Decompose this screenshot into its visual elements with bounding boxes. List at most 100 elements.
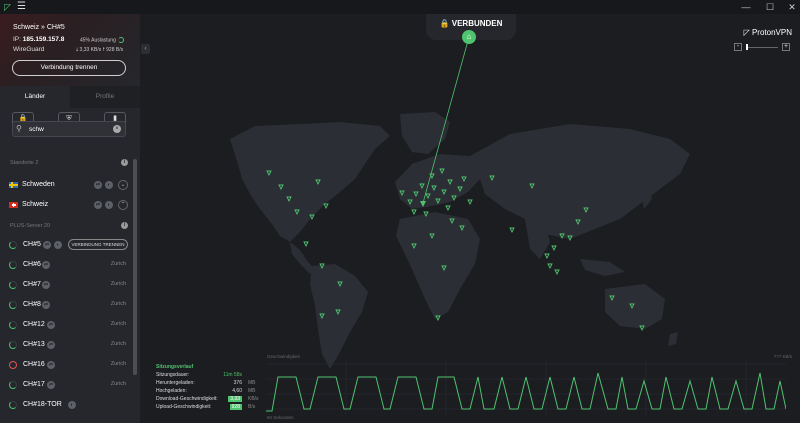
load-ring-high-icon bbox=[9, 361, 17, 369]
stat-row: Hochgeladen: 4,60 MB bbox=[156, 388, 266, 396]
download-speed-line bbox=[266, 372, 786, 412]
zoom-in-button[interactable]: + bbox=[782, 43, 790, 51]
server-name: CH#8 bbox=[23, 301, 41, 308]
server-city: Zurich bbox=[110, 261, 126, 267]
server-marker[interactable] bbox=[323, 203, 329, 210]
search-input[interactable] bbox=[29, 124, 115, 134]
protonvpn-brand: ◸ ProtonVPN bbox=[743, 28, 792, 37]
search-box: ⚲ × bbox=[12, 121, 126, 137]
close-button[interactable]: ✕ bbox=[784, 0, 800, 14]
server-name: CH#17 bbox=[23, 381, 45, 388]
load-ring-icon bbox=[117, 37, 124, 43]
server-marker[interactable] bbox=[509, 227, 515, 234]
country-name: Schweden bbox=[22, 181, 55, 188]
title-bar: ◸ ☰ — ☐ ✕ bbox=[0, 0, 800, 14]
tab-profiles[interactable]: Profile bbox=[70, 86, 140, 108]
p2p-icon: ⇄ bbox=[47, 361, 55, 369]
server-marker[interactable] bbox=[411, 209, 417, 216]
graph-grid bbox=[266, 359, 786, 414]
server-marker[interactable] bbox=[467, 199, 473, 206]
ip-address: IP: 185.159.157.8 bbox=[13, 36, 64, 43]
protonvpn-window: ◸ ☰ — ☐ ✕ Schweiz » CH#5 IP: 185.159.157… bbox=[0, 0, 800, 423]
server-row-ch12[interactable]: CH#12 ⇄ Zurich bbox=[0, 315, 132, 335]
minimize-button[interactable]: — bbox=[738, 0, 754, 14]
info-icon[interactable]: i bbox=[121, 159, 128, 166]
stats-title: Sitzungsverlauf bbox=[156, 364, 194, 370]
p2p-icon: ⇄ bbox=[42, 301, 50, 309]
stat-label: Hochgeladen: bbox=[156, 388, 187, 394]
server-marker[interactable] bbox=[547, 263, 553, 270]
stat-unit: KB/s bbox=[248, 396, 259, 402]
p2p-icon: ⇄ bbox=[42, 281, 50, 289]
expand-chevron-down-icon[interactable]: ⌄ bbox=[118, 180, 128, 190]
zoom-slider-handle[interactable] bbox=[746, 44, 748, 50]
server-row-ch5[interactable]: CH#5 ⇄ ◐ VERBINDUNG TRENNEN bbox=[0, 235, 132, 255]
collapse-sidebar-chevron-icon[interactable]: ‹ bbox=[141, 44, 150, 54]
country-row-schweiz[interactable]: Schweiz ⇄ ◐ ⌃ bbox=[0, 196, 132, 214]
protonvpn-logo-icon: ◸ bbox=[4, 2, 11, 12]
section-title-plus: PLUS-Server 20 bbox=[10, 223, 51, 229]
stat-row: Download-Geschwindigkeit: 3,33 KB/s bbox=[156, 396, 266, 404]
server-marker[interactable] bbox=[303, 241, 309, 248]
info-icon[interactable]: i bbox=[121, 222, 128, 229]
sidebar: Schweiz » CH#5 IP: 185.159.157.8 45% Aus… bbox=[0, 14, 140, 423]
ip-label: IP: bbox=[13, 36, 21, 43]
section-title-standard: Standorte 2 bbox=[10, 160, 39, 166]
p2p-icon: ⇄ bbox=[42, 261, 50, 269]
server-name: CH#16 bbox=[23, 361, 45, 368]
zoom-out-button[interactable]: - bbox=[734, 43, 742, 51]
p2p-icon: ⇄ bbox=[47, 341, 55, 349]
load-ring-icon bbox=[9, 241, 17, 249]
connected-server-label: Schweiz » CH#5 bbox=[13, 24, 65, 31]
connection-status-label: 🔒 VERBUNDEN bbox=[439, 19, 503, 28]
server-row-ch6[interactable]: CH#6 ⇄ Zurich bbox=[0, 255, 132, 275]
server-city: Zurich bbox=[110, 281, 126, 287]
tor-icon: ◐ bbox=[105, 201, 113, 209]
hamburger-icon[interactable]: ☰ bbox=[17, 1, 27, 12]
load-ring-icon bbox=[9, 341, 17, 349]
tor-icon: ◐ bbox=[68, 401, 76, 409]
server-city: Zurich bbox=[110, 341, 126, 347]
server-marker[interactable] bbox=[445, 205, 451, 212]
stat-label: Heruntergeladen: bbox=[156, 380, 195, 386]
load-ring-icon bbox=[9, 401, 17, 409]
collapse-chevron-up-icon[interactable]: ⌃ bbox=[118, 200, 128, 210]
server-marker[interactable] bbox=[554, 269, 560, 276]
sidebar-tabs: Länder Profile bbox=[0, 86, 140, 108]
stat-value: 928 bbox=[229, 404, 242, 410]
clear-icon[interactable]: × bbox=[113, 125, 121, 133]
server-name: CH#12 bbox=[23, 321, 45, 328]
home-icon[interactable]: ⌂ bbox=[462, 30, 476, 44]
stat-value: 3,33 bbox=[228, 396, 242, 402]
disconnect-button[interactable]: Verbindung trennen bbox=[12, 60, 126, 76]
server-city: Zurich bbox=[110, 301, 126, 307]
zoom-control: - + bbox=[734, 43, 790, 51]
graph-label-bottom-left: 60 Sekunden bbox=[267, 415, 294, 420]
stat-unit: MB bbox=[248, 388, 256, 394]
server-load-text: 45% Auslastung bbox=[80, 37, 116, 44]
ip-value: 185.159.157.8 bbox=[22, 36, 65, 43]
stat-row: Sitzungsdauer: 11m 58s bbox=[156, 372, 266, 380]
server-row-ch17[interactable]: CH#17 ⇄ Zurich bbox=[0, 375, 132, 395]
zoom-track[interactable] bbox=[746, 46, 778, 48]
stat-label: Sitzungsdauer: bbox=[156, 372, 190, 378]
server-row-ch13[interactable]: CH#13 ⇄ Zurich bbox=[0, 335, 132, 355]
server-row-ch8[interactable]: CH#8 ⇄ Zurich bbox=[0, 295, 132, 315]
p2p-icon: ⇄ bbox=[94, 181, 102, 189]
maximize-button[interactable]: ☐ bbox=[762, 0, 778, 14]
server-row-ch18-tor[interactable]: CH#18-TOR ◐ bbox=[0, 395, 132, 415]
server-marker[interactable] bbox=[544, 253, 550, 260]
server-disconnect-button[interactable]: VERBINDUNG TRENNEN bbox=[68, 239, 128, 250]
tab-countries[interactable]: Länder bbox=[0, 86, 70, 108]
sidebar-scrollbar[interactable] bbox=[133, 159, 137, 375]
section-header-standard: Standorte 2 i bbox=[0, 157, 132, 169]
server-marker[interactable] bbox=[551, 245, 557, 252]
server-row-ch7[interactable]: CH#7 ⇄ Zurich bbox=[0, 275, 132, 295]
server-row-ch16[interactable]: CH#16 ⇄ Zurich bbox=[0, 355, 132, 375]
server-city: Zurich bbox=[110, 361, 126, 367]
stat-value: 376 bbox=[233, 380, 242, 386]
country-row-schweden[interactable]: Schweden ⇄ ◐ ⌄ bbox=[0, 176, 132, 194]
load-ring-icon bbox=[9, 281, 17, 289]
protocol-label: WireGuard bbox=[13, 46, 45, 53]
session-stats: Sitzungsverlauf Sitzungsdauer: 11m 58s H… bbox=[156, 364, 266, 414]
